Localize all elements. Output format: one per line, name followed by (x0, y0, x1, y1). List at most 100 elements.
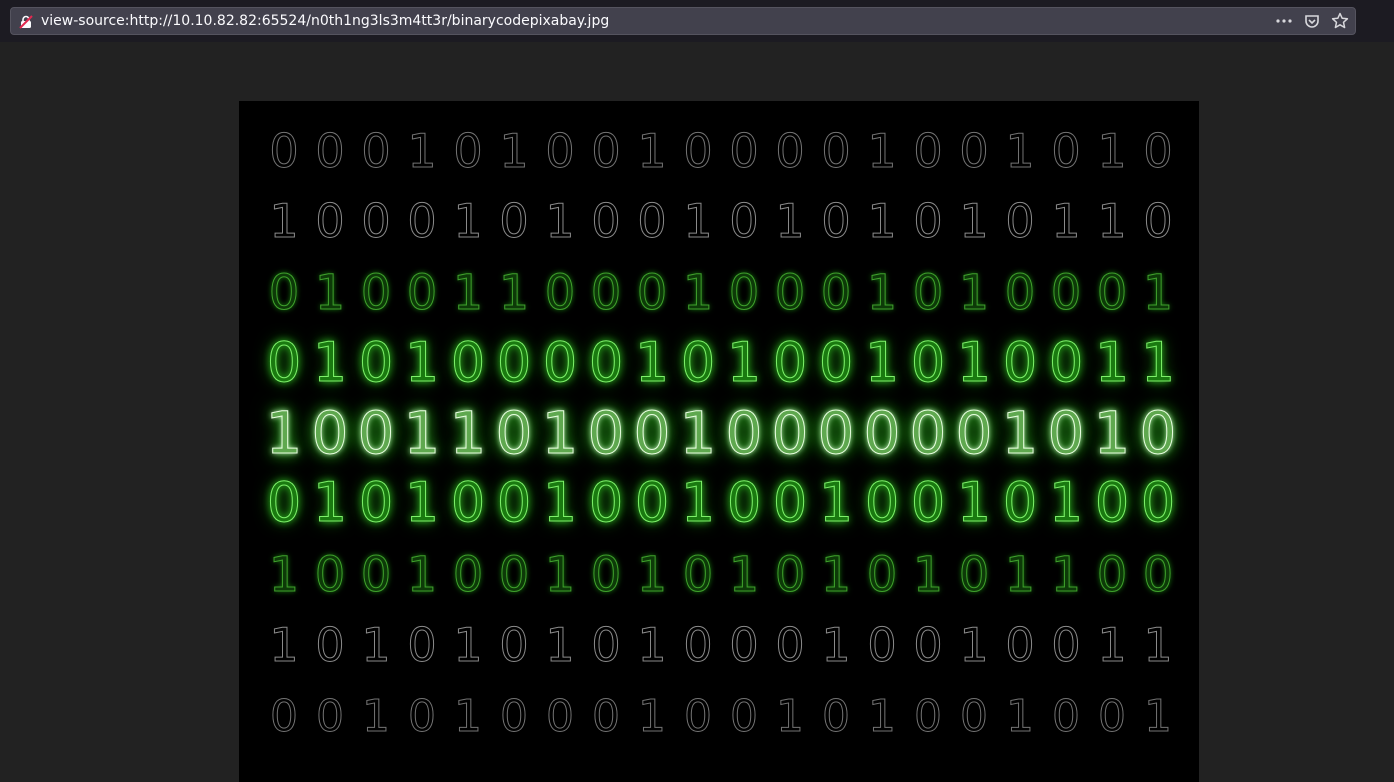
binary-digit: 0 (726, 471, 762, 534)
binary-digit: 0 (682, 547, 714, 604)
binary-digit: 0 (1051, 618, 1081, 673)
binary-digit: 0 (407, 618, 437, 673)
binary-digit: 0 (955, 399, 993, 467)
binary-digit: 1 (867, 124, 897, 179)
binary-digit: 1 (820, 547, 852, 604)
binary-digit: 0 (315, 124, 345, 179)
binary-row: 10011010010000001010 (261, 399, 1181, 467)
binary-digit: 1 (406, 547, 438, 604)
binary-digit: 0 (1002, 331, 1038, 394)
binary-digit: 0 (495, 399, 533, 467)
binary-digit: 0 (408, 691, 437, 743)
binary-digit: 1 (545, 618, 575, 673)
binary-digit: 0 (545, 124, 575, 179)
binary-digit: 0 (912, 265, 944, 322)
binary-digit: 1 (637, 124, 667, 179)
binary-digit: 0 (266, 331, 302, 394)
binary-digit: 1 (1005, 124, 1035, 179)
binary-digit: 1 (1097, 194, 1127, 249)
binary-digit: 0 (913, 194, 943, 249)
binary-digit: 0 (820, 265, 852, 322)
binary-digit: 0 (544, 265, 576, 322)
binary-digit: 0 (311, 399, 349, 467)
binary-digit: 1 (821, 618, 851, 673)
binary-digit: 1 (638, 691, 667, 743)
binary-digit: 0 (450, 471, 486, 534)
binary-digit: 0 (634, 471, 670, 534)
binary-digit: 0 (453, 124, 483, 179)
binary-digit: 0 (499, 194, 529, 249)
binary-digit: 0 (314, 547, 346, 604)
binary-digit: 1 (679, 399, 717, 467)
binary-digit: 0 (684, 691, 713, 743)
binary-code-image[interactable]: 0001010010000100101010001010010101010110… (239, 101, 1199, 782)
binary-digit: 1 (498, 265, 530, 322)
binary-digit: 0 (914, 691, 943, 743)
bookmark-star-icon[interactable] (1331, 11, 1349, 31)
binary-digit: 0 (498, 547, 530, 604)
image-viewer: 0001010010000100101010001010010101010110… (0, 42, 1394, 782)
binary-digit: 1 (1001, 399, 1039, 467)
binary-digit: 0 (588, 331, 624, 394)
binary-digit: 0 (913, 124, 943, 179)
binary-digit: 1 (454, 691, 483, 743)
binary-row: 01001100010001010001 (261, 263, 1181, 323)
binary-digit: 1 (542, 471, 578, 534)
binary-digit: 1 (1051, 194, 1081, 249)
binary-digit: 1 (545, 194, 575, 249)
binary-digit: 0 (637, 194, 667, 249)
binary-digit: 0 (863, 399, 901, 467)
binary-digit: 1 (1050, 547, 1082, 604)
binary-digit: 0 (1048, 331, 1084, 394)
binary-digit: 0 (500, 691, 529, 743)
binary-digit: 0 (818, 331, 854, 394)
binary-digit: 1 (1094, 331, 1130, 394)
binary-digit: 1 (1048, 471, 1084, 534)
binary-digit: 0 (772, 331, 808, 394)
binary-digit: 0 (452, 547, 484, 604)
binary-digit: 0 (590, 265, 622, 322)
binary-digit: 0 (725, 399, 763, 467)
binary-digit: 0 (315, 618, 345, 673)
binary-digit: 1 (1140, 331, 1176, 394)
binary-digit: 1 (449, 399, 487, 467)
binary-digit: 1 (269, 194, 299, 249)
more-actions-icon[interactable] (1275, 11, 1293, 31)
binary-digit: 0 (1047, 399, 1085, 467)
url-text[interactable]: view-source:http://10.10.82.82:65524/n0t… (41, 13, 609, 29)
binary-digit: 0 (1094, 471, 1130, 534)
binary-digit: 0 (771, 399, 809, 467)
binary-digit: 0 (357, 399, 395, 467)
binary-digit: 0 (959, 124, 989, 179)
binary-digit: 0 (450, 331, 486, 394)
binary-digit: 0 (1096, 547, 1128, 604)
binary-digit: 1 (314, 265, 346, 322)
binary-digit: 0 (775, 124, 805, 179)
binary-digit: 0 (913, 618, 943, 673)
binary-digit: 0 (268, 265, 300, 322)
binary-digit: 0 (270, 691, 299, 743)
binary-digit: 1 (453, 194, 483, 249)
binary-digit: 0 (1139, 399, 1177, 467)
binary-digit: 1 (404, 471, 440, 534)
binary-digit: 0 (1098, 691, 1127, 743)
binary-digit: 0 (1143, 124, 1173, 179)
binary-digit: 0 (1002, 471, 1038, 534)
url-bar[interactable]: view-source:http://10.10.82.82:65524/n0t… (10, 7, 1356, 35)
binary-digit: 0 (591, 124, 621, 179)
binary-digit: 0 (1051, 124, 1081, 179)
binary-digit: 0 (910, 471, 946, 534)
binary-digit: 0 (591, 618, 621, 673)
binary-digit: 0 (774, 547, 806, 604)
binary-digit: 1 (776, 691, 805, 743)
binary-digit: 0 (729, 618, 759, 673)
binary-digit: 1 (868, 691, 897, 743)
binary-digit: 0 (316, 691, 345, 743)
binary-digit: 0 (496, 331, 532, 394)
insecure-connection-icon[interactable] (19, 14, 33, 29)
pocket-icon[interactable] (1303, 11, 1321, 31)
binary-row: 00101000100101001001 (261, 687, 1181, 747)
binary-digit: 1 (956, 331, 992, 394)
binary-digit: 1 (265, 399, 303, 467)
binary-digit: 0 (546, 691, 575, 743)
